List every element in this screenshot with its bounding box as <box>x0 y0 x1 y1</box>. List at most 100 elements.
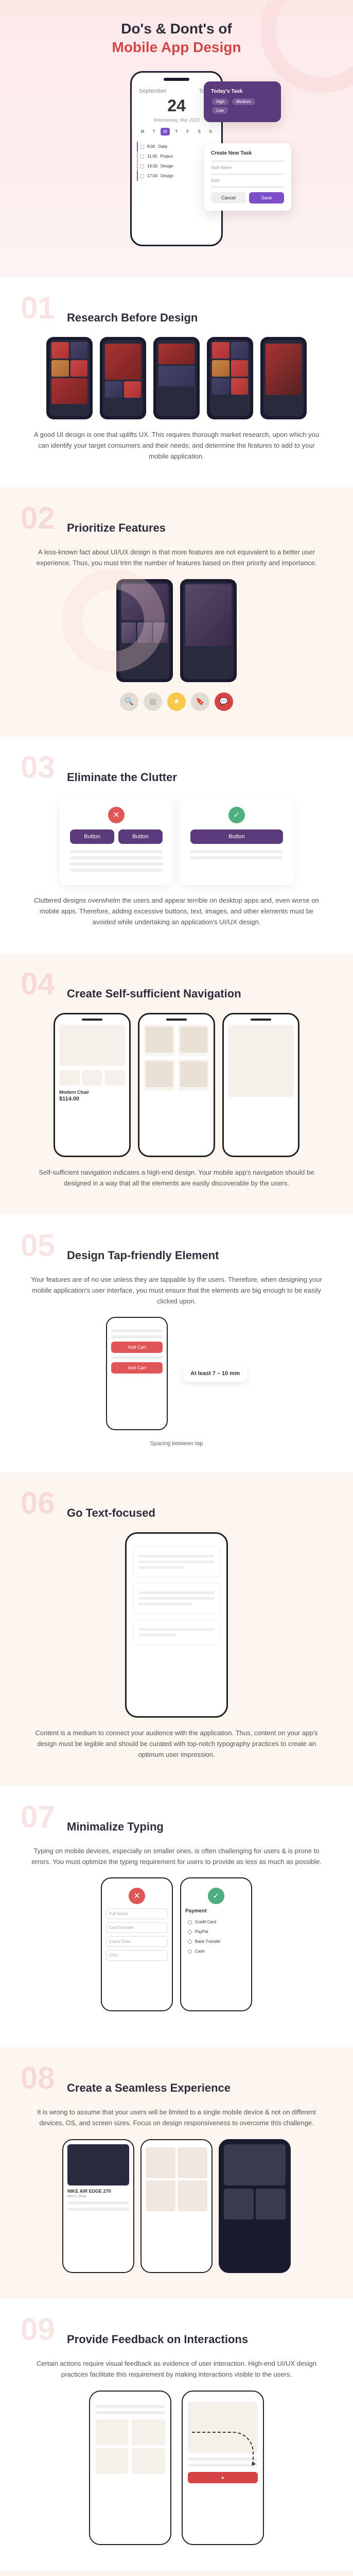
section-title: Create a Seamless Experience <box>67 2073 332 2095</box>
section-intro: It is wrong to assume that your users wi… <box>21 2107 332 2129</box>
section-intro: Your features are of no use unless they … <box>21 1275 332 1307</box>
section-text: Self-sufficient navigation indicates a h… <box>21 1167 332 1189</box>
star-icon: ★ <box>167 692 186 711</box>
hero-section: Do's & Dont's of Mobile App Design Septe… <box>0 0 353 277</box>
section-03: 03 Eliminate the Clutter ✕ Button Button… <box>0 737 353 953</box>
section-text: Cluttered designs overwhelm the users an… <box>21 895 332 927</box>
section-number: 03 <box>21 752 55 783</box>
payment-option: Bank Transfer <box>185 1937 247 1946</box>
shoe-detail-mock: NIKE AIR EDGE 270 Men's Shoe <box>62 2139 134 2273</box>
section-title: Eliminate the Clutter <box>67 762 332 784</box>
movie-phone-mock <box>207 337 253 419</box>
search-icon: 🔍 <box>120 692 138 711</box>
shoe-dark-mock <box>219 2139 291 2273</box>
name-field: Full Name <box>106 1908 168 1919</box>
section-08: 08 Create a Seamless Experience It is wr… <box>0 2047 353 2299</box>
section-05: 05 Design Tap-friendly Element Your feat… <box>0 1215 353 1472</box>
product-image <box>59 1025 125 1066</box>
chat-icon: 💬 <box>215 692 233 711</box>
hero-mockups: September Today 24 Wednesday, Mar 2022 M… <box>15 71 338 246</box>
section-07: 07 Minimalize Typing Typing on mobile de… <box>0 1786 353 2048</box>
section-text: A less-known fact about UI/UX design is … <box>21 547 332 569</box>
movie-phone-mock <box>153 337 200 419</box>
expiry-field: Expiry Date <box>106 1936 168 1947</box>
cross-icon: ✕ <box>108 807 125 823</box>
section-06: 06 Go Text-focused Content is a medium t… <box>0 1472 353 1786</box>
add-cart-button: Add Cart <box>111 1362 163 1374</box>
feedback-phone-mock: ● <box>182 2391 264 2545</box>
section-09: 09 Provide Feedback on Interactions Cert… <box>0 2299 353 2571</box>
movie-phone-mock <box>260 337 307 419</box>
clutter-comparison: ✕ Button Button ✓ Button <box>21 796 332 885</box>
button-mock: Button <box>70 829 114 844</box>
tap-visual: Add Cart Add Cart At least 7 – 10 mm <box>21 1317 332 1430</box>
todays-task-card: Today's Task High Medium Low <box>204 81 281 122</box>
feedback-mockups: ● <box>21 2391 332 2545</box>
section-title: Prioritize Features <box>67 513 332 535</box>
feedback-phone-mock <box>89 2391 171 2545</box>
product-grid-mock <box>138 1013 215 1157</box>
product-list-mock <box>222 1013 299 1157</box>
card-title: Create New Task <box>211 150 284 156</box>
bookmark-icon: 🔖 <box>191 692 209 711</box>
hero-title-line1: Do's & Dont's of <box>15 21 338 37</box>
clutter-good-card: ✓ Button <box>180 796 293 885</box>
nav-mockups: Modern Chair $114.00 <box>21 1013 332 1157</box>
product-name: Modern Chair <box>59 1090 125 1095</box>
card-field: Card Number <box>106 1922 168 1933</box>
cross-icon: ✕ <box>129 1888 145 1904</box>
movie-app-mockups <box>21 337 332 419</box>
feature-mockups <box>21 579 332 682</box>
section-04: 04 Create Self-sufficient Navigation Mod… <box>0 953 353 1215</box>
check-icon: ✓ <box>228 807 245 823</box>
calendar-month: September <box>139 88 167 94</box>
section-title: Go Text-focused <box>67 1498 332 1520</box>
section-title: Minimalize Typing <box>67 1812 332 1834</box>
seamless-mockups: NIKE AIR EDGE 270 Men's Shoe <box>21 2139 332 2273</box>
section-number: 06 <box>21 1488 55 1519</box>
section-title: Design Tap-friendly Element <box>67 1241 332 1262</box>
save-button: Save <box>249 192 284 204</box>
payment-option: PayPal <box>185 1927 247 1937</box>
feature-phone-mock <box>180 579 237 682</box>
payment-title: Payment <box>185 1908 247 1914</box>
text-phone-mock <box>125 1532 228 1718</box>
typing-mockups: ✕ Full Name Card Number Expiry Date CVV … <box>21 1877 332 2011</box>
shoe-grid-mock <box>140 2139 213 2273</box>
clutter-bad-card: ✕ Button Button <box>60 796 173 885</box>
product-detail-mock: Modern Chair $114.00 <box>54 1013 131 1157</box>
tap-size-label: At least 7 – 10 mm <box>183 1365 247 1382</box>
check-icon: ✓ <box>208 1888 224 1904</box>
shoe-subtitle: Men's Shoe <box>67 2195 129 2198</box>
button-mock: Button <box>118 829 163 844</box>
form-phone-mock: ✕ Full Name Card Number Expiry Date CVV <box>101 1877 173 2011</box>
section-title: Research Before Design <box>67 303 332 325</box>
feature-icons: 🔍 ▤ ★ 🔖 💬 <box>21 692 332 711</box>
section-number: 05 <box>21 1230 55 1261</box>
layers-icon: ▤ <box>144 692 162 711</box>
payment-phone-mock: ✓ Payment Credit Card PayPal Bank Transf… <box>180 1877 252 2011</box>
movie-phone-mock <box>46 337 93 419</box>
hero-title-line2: Mobile App Design <box>15 39 338 56</box>
spacing-label: Spacing between tap <box>21 1440 332 1447</box>
add-cart-button: Add Cart <box>111 1342 163 1353</box>
section-number: 02 <box>21 503 55 534</box>
section-10: 10 Don't Ask for Permission Right at the… <box>0 2571 353 2576</box>
section-text: Content is a medium to connect your audi… <box>21 1728 332 1760</box>
section-number: 07 <box>21 1802 55 1833</box>
section-title: Create Self-sufficient Navigation <box>67 979 332 1001</box>
product-price: $114.00 <box>59 1096 125 1102</box>
payment-option: Credit Card <box>185 1917 247 1927</box>
section-number: 09 <box>21 2314 55 2345</box>
shoe-image <box>67 2144 129 2185</box>
section-number: 01 <box>21 293 55 324</box>
movie-phone-mock <box>100 337 146 419</box>
payment-option: Cash <box>185 1946 247 1956</box>
cancel-button: Cancel <box>211 192 246 204</box>
section-title: Provide Feedback on Interactions <box>67 2325 332 2346</box>
section-02: 02 Prioritize Features A less-known fact… <box>0 487 353 737</box>
section-number: 04 <box>21 969 55 999</box>
shoe-title: NIKE AIR EDGE 270 <box>67 2189 129 2194</box>
section-intro: Certain actions require visual feedback … <box>21 2359 332 2380</box>
section-number: 08 <box>21 2063 55 2094</box>
